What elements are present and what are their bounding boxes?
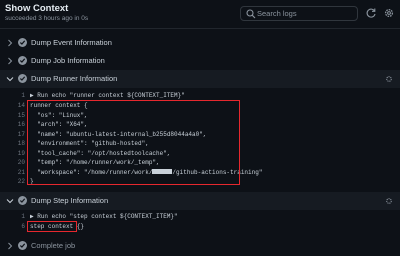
log-text[interactable]: ▶ Run echo "runner context ${CONTEXT_ITE…: [30, 92, 185, 99]
line-number: 18: [17, 140, 25, 147]
success-check-icon: [18, 241, 27, 250]
chevron-right-icon: [8, 242, 13, 250]
step-dump-event-information[interactable]: Dump Event Information: [0, 34, 400, 52]
job-title: Show Context: [5, 3, 69, 14]
chevron-down-icon: [6, 77, 14, 82]
highlight-box: [27, 100, 240, 185]
success-check-icon: [18, 56, 27, 65]
step-label: Complete job: [31, 241, 76, 250]
line-number: 1: [21, 213, 25, 220]
refresh-icon[interactable]: [365, 7, 377, 19]
line-number: 6: [21, 223, 25, 230]
job-status: succeeded 3 hours ago in 0s: [5, 15, 89, 22]
line-number: 15: [17, 111, 25, 119]
chevron-right-icon: [8, 57, 13, 65]
settings-gear-icon[interactable]: [383, 7, 395, 19]
line-number: 19: [17, 149, 25, 157]
line-number: 20: [17, 159, 25, 166]
step-label: Dump Runner Information: [31, 74, 118, 83]
step-label: Dump Job Information: [31, 56, 105, 65]
chevron-down-icon: [6, 199, 14, 204]
job-header: Show Context succeeded 3 hours ago in 0s: [0, 0, 400, 29]
step-settings-icon[interactable]: [385, 197, 393, 205]
step-label: Dump Event Information: [31, 38, 112, 47]
step-dump-runner-information[interactable]: Dump Runner Information: [0, 70, 400, 88]
success-check-icon: [18, 74, 27, 83]
step-dump-step-information[interactable]: Dump Step Information: [0, 192, 400, 210]
highlight-box: [27, 221, 77, 232]
line-number: 22: [17, 178, 25, 185]
search-box[interactable]: [240, 6, 358, 21]
log-line: 1 ▶ Run echo "step context ${CONTEXT_ITEM…: [0, 213, 400, 221]
success-check-icon: [18, 196, 27, 205]
line-number: 1: [21, 92, 25, 99]
step-settings-icon[interactable]: [385, 75, 393, 83]
success-check-icon: [18, 38, 27, 47]
step-complete-job[interactable]: Complete job: [0, 237, 400, 255]
step-label: Dump Step Information: [31, 196, 109, 205]
step-dump-job-information[interactable]: Dump Job Information: [0, 52, 400, 70]
line-number: 14: [17, 102, 25, 109]
chevron-right-icon: [8, 39, 13, 47]
search-icon: [246, 9, 256, 19]
log-text[interactable]: ▶ Run echo "step context ${CONTEXT_ITEM}…: [30, 213, 178, 220]
line-number: 16: [17, 121, 25, 128]
log-line: 1 ▶ Run echo "runner context ${CONTEXT_IT…: [0, 92, 400, 100]
line-number: 17: [17, 130, 25, 138]
search-input[interactable]: [257, 7, 355, 20]
line-number: 21: [17, 168, 25, 176]
